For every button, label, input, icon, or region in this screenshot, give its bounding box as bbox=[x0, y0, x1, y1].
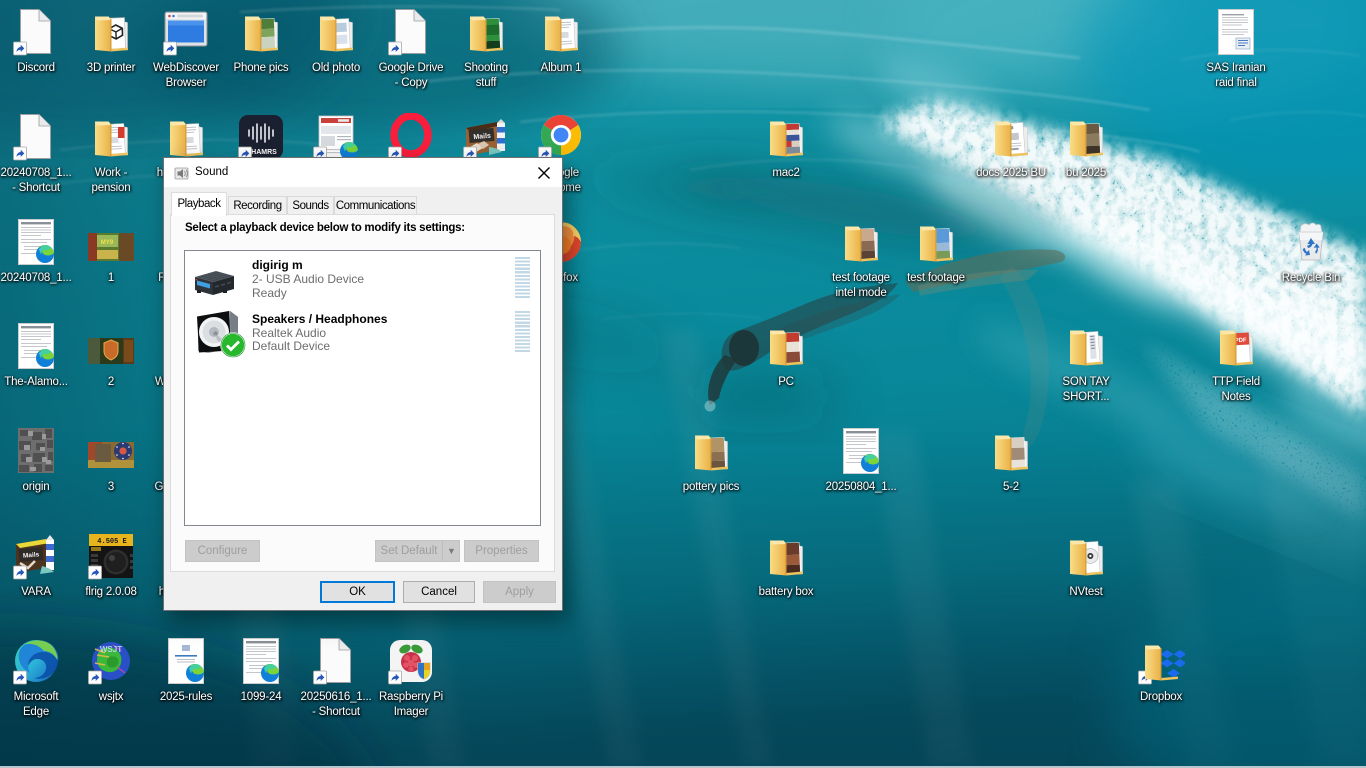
svg-text:4.505 E: 4.505 E bbox=[97, 538, 126, 546]
svg-text:HAMRS: HAMRS bbox=[251, 149, 277, 156]
svg-text:WSJT: WSJT bbox=[100, 645, 122, 654]
svg-text:MY9: MY9 bbox=[101, 240, 114, 246]
svg-text:Mails: Mails bbox=[23, 551, 40, 559]
